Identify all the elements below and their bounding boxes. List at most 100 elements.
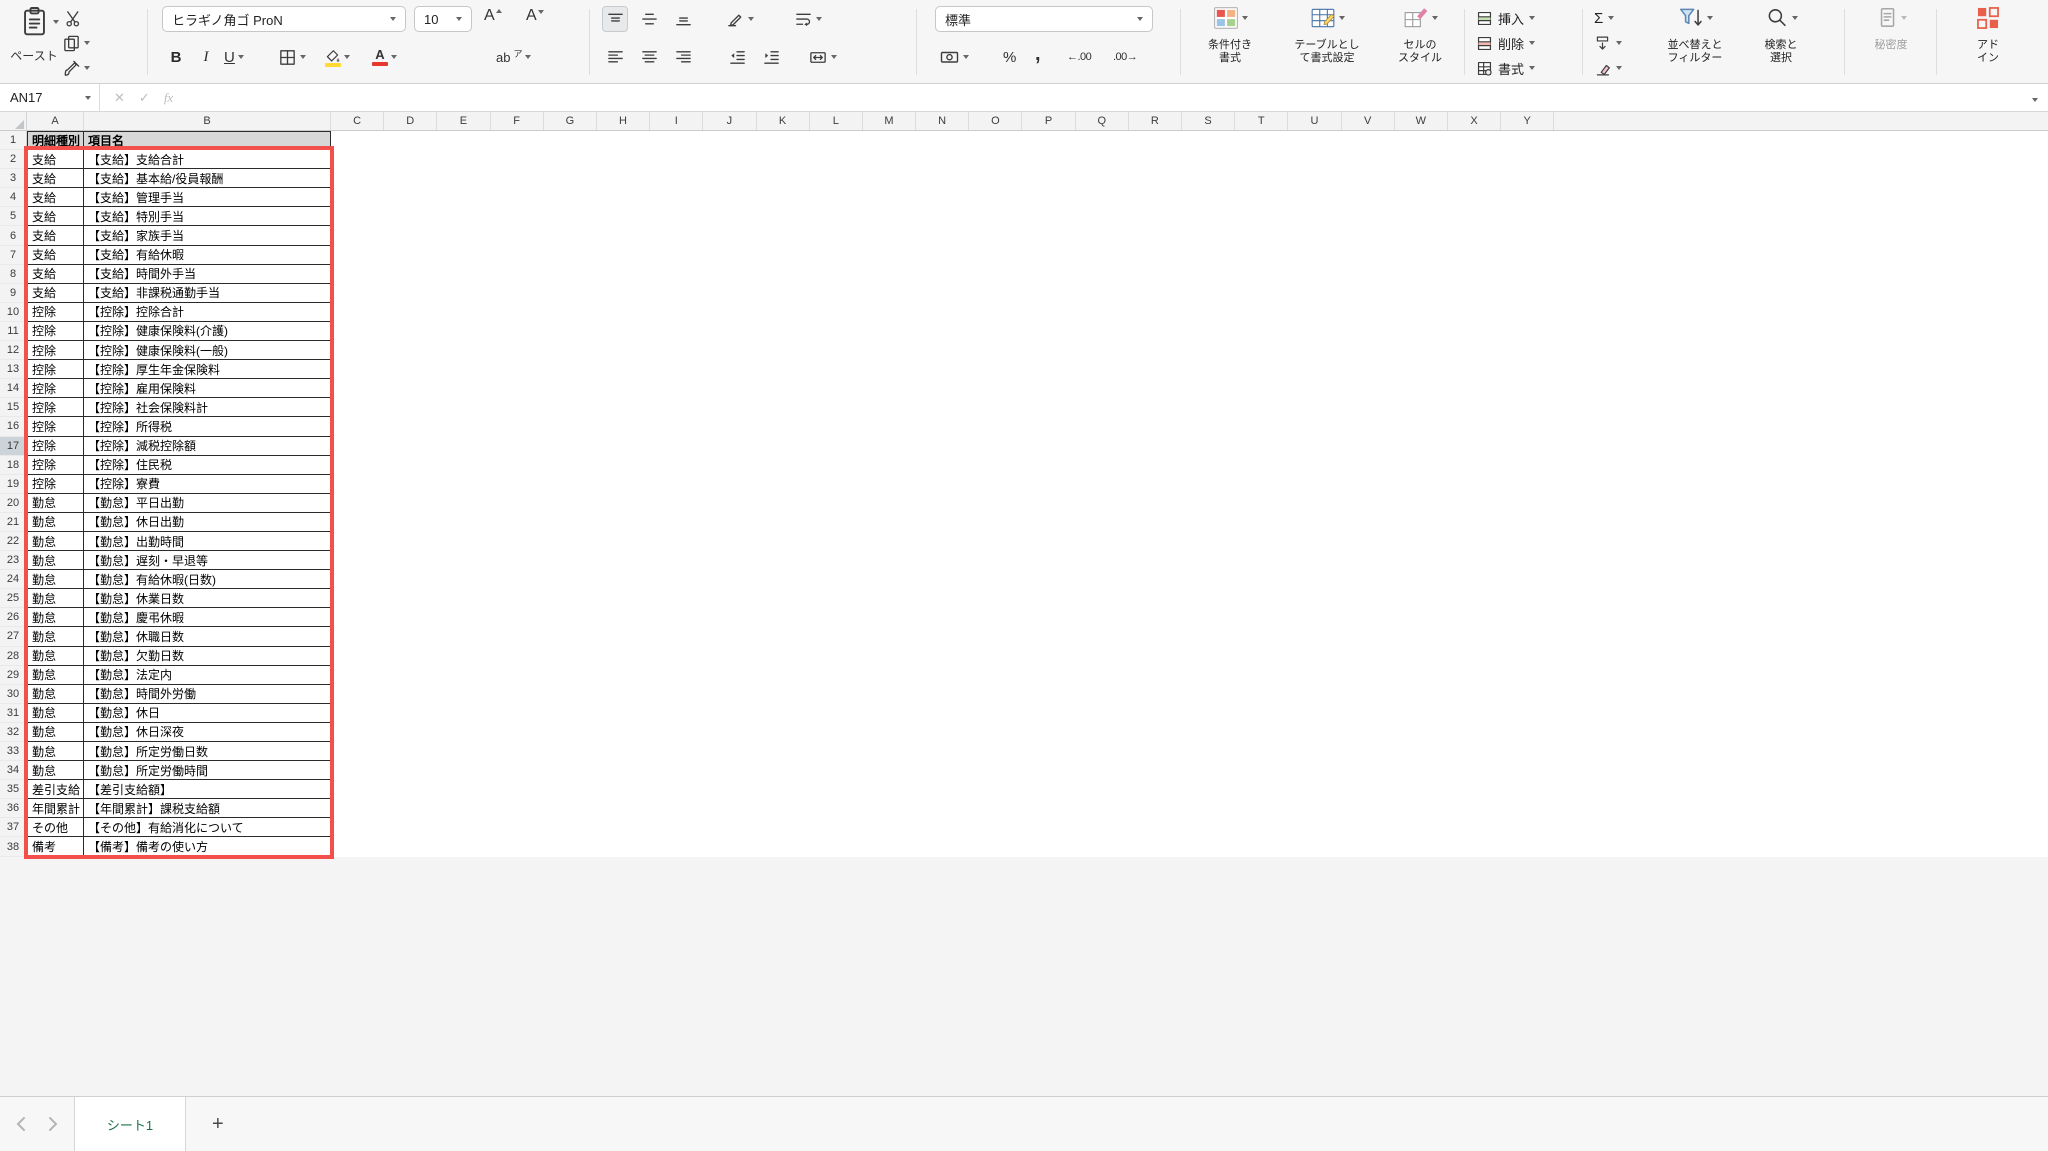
- column-header-W[interactable]: W: [1395, 112, 1448, 130]
- number-format-combo[interactable]: 標準: [935, 6, 1153, 32]
- cell-B35[interactable]: 【差引支給額】: [84, 780, 331, 800]
- clear-button[interactable]: [1594, 57, 1622, 79]
- cell-B13[interactable]: 【控除】厚生年金保険料: [84, 360, 331, 380]
- row-header-27[interactable]: 27: [0, 627, 27, 647]
- cell-B27[interactable]: 【勤怠】休職日数: [84, 627, 331, 647]
- align-center-button[interactable]: [636, 44, 662, 70]
- fill-color-button[interactable]: [324, 44, 350, 70]
- row-header-2[interactable]: 2: [0, 150, 27, 170]
- row-header-16[interactable]: 16: [0, 417, 27, 437]
- column-header-I[interactable]: I: [650, 112, 704, 130]
- paste-button[interactable]: ペースト: [8, 4, 60, 82]
- row-header-26[interactable]: 26: [0, 608, 27, 628]
- row-header-19[interactable]: 19: [0, 474, 27, 494]
- column-header-H[interactable]: H: [597, 112, 651, 130]
- cell-A8[interactable]: 支給: [27, 264, 84, 284]
- column-header-G[interactable]: G: [544, 112, 597, 130]
- cell-B29[interactable]: 【勤怠】法定内: [84, 665, 331, 685]
- name-box[interactable]: AN17: [0, 83, 100, 112]
- cell-B10[interactable]: 【控除】控除合計: [84, 302, 331, 322]
- cell-B14[interactable]: 【控除】雇用保険料: [84, 379, 331, 399]
- cell-B21[interactable]: 【勤怠】休日出勤: [84, 512, 331, 532]
- wrap-text-button[interactable]: [792, 7, 824, 31]
- row-header-37[interactable]: 37: [0, 818, 27, 838]
- cell-A29[interactable]: 勤怠: [27, 665, 84, 685]
- cell-B38[interactable]: 【備考】備考の使い方: [84, 837, 331, 857]
- cell-A31[interactable]: 勤怠: [27, 703, 84, 723]
- column-header-M[interactable]: M: [863, 112, 917, 130]
- autosum-button[interactable]: Σ: [1594, 7, 1615, 29]
- row-header-7[interactable]: 7: [0, 245, 27, 265]
- column-header-J[interactable]: J: [703, 112, 757, 130]
- cell-A3[interactable]: 支給: [27, 169, 84, 189]
- row-header-38[interactable]: 38: [0, 837, 27, 857]
- cell-B9[interactable]: 【支給】非課税通勤手当: [84, 283, 331, 303]
- row-header-6[interactable]: 6: [0, 226, 27, 246]
- formula-input[interactable]: [187, 84, 2022, 111]
- cell-B23[interactable]: 【勤怠】遅刻・早退等: [84, 551, 331, 571]
- row-header-5[interactable]: 5: [0, 207, 27, 227]
- cancel-button[interactable]: ✕: [114, 90, 125, 106]
- cell-B31[interactable]: 【勤怠】休日: [84, 703, 331, 723]
- cell-B37[interactable]: 【その他】有給消化について: [84, 818, 331, 838]
- format-painter-button[interactable]: [60, 56, 92, 80]
- row-header-29[interactable]: 29: [0, 665, 27, 685]
- cell-B7[interactable]: 【支給】有給休暇: [84, 245, 331, 265]
- cell-B6[interactable]: 【支給】家族手当: [84, 226, 331, 246]
- cell-A11[interactable]: 控除: [27, 321, 84, 342]
- percent-style-button[interactable]: %: [1003, 45, 1016, 69]
- column-header-E[interactable]: E: [437, 112, 491, 130]
- font-name-combo[interactable]: ヒラギノ角ゴ ProN: [162, 6, 406, 32]
- cell-A18[interactable]: 控除: [27, 455, 84, 475]
- column-header-Y[interactable]: Y: [1501, 112, 1555, 130]
- cell-A36[interactable]: 年間累計: [27, 799, 84, 819]
- row-header-17[interactable]: 17: [0, 436, 27, 456]
- cell-A20[interactable]: 勤怠: [27, 493, 84, 513]
- cell-A10[interactable]: 控除: [27, 302, 84, 322]
- row-header-8[interactable]: 8: [0, 264, 27, 284]
- cell-B3[interactable]: 【支給】基本給/役員報酬: [84, 169, 331, 189]
- column-header-R[interactable]: R: [1129, 112, 1182, 130]
- column-header-S[interactable]: S: [1182, 112, 1236, 130]
- paste-dropdown-chevron[interactable]: [53, 20, 59, 24]
- cell-B16[interactable]: 【控除】所得税: [84, 417, 331, 437]
- cell-B20[interactable]: 【勤怠】平日出勤: [84, 493, 331, 513]
- align-left-button[interactable]: [602, 44, 628, 70]
- cell-B28[interactable]: 【勤怠】欠勤日数: [84, 646, 331, 666]
- cell-A35[interactable]: 差引支給: [27, 780, 84, 800]
- row-header-31[interactable]: 31: [0, 703, 27, 723]
- row-header-30[interactable]: 30: [0, 684, 27, 704]
- cell-styles-button[interactable]: セルの スタイル: [1380, 2, 1460, 82]
- cell-B22[interactable]: 【勤怠】出勤時間: [84, 531, 331, 552]
- align-middle-button[interactable]: [636, 6, 662, 32]
- cell-A6[interactable]: 支給: [27, 226, 84, 246]
- cell-A38[interactable]: 備考: [27, 837, 84, 857]
- column-header-X[interactable]: X: [1448, 112, 1502, 130]
- column-header-N[interactable]: N: [916, 112, 970, 130]
- font-color-button[interactable]: A: [372, 44, 397, 70]
- cell-B15[interactable]: 【控除】社会保険料計: [84, 398, 331, 418]
- row-header-18[interactable]: 18: [0, 455, 27, 475]
- cell-A13[interactable]: 控除: [27, 360, 84, 380]
- column-header-O[interactable]: O: [969, 112, 1023, 130]
- increase-indent-button[interactable]: [758, 44, 784, 70]
- add-sheet-button[interactable]: +: [186, 1097, 250, 1151]
- row-header-3[interactable]: 3: [0, 169, 27, 189]
- cell-A32[interactable]: 勤怠: [27, 722, 84, 742]
- cell-A22[interactable]: 勤怠: [27, 531, 84, 552]
- row-header-9[interactable]: 9: [0, 283, 27, 303]
- column-header-D[interactable]: D: [384, 112, 438, 130]
- row-header-14[interactable]: 14: [0, 379, 27, 399]
- cell-B36[interactable]: 【年間累計】課税支給額: [84, 799, 331, 819]
- row-header-12[interactable]: 12: [0, 341, 27, 361]
- column-header-V[interactable]: V: [1342, 112, 1395, 130]
- addins-button[interactable]: アド イン: [1942, 2, 2034, 82]
- column-header-B[interactable]: B: [84, 112, 331, 130]
- align-right-button[interactable]: [670, 44, 696, 70]
- merge-center-button[interactable]: [806, 45, 839, 69]
- row-header-15[interactable]: 15: [0, 398, 27, 418]
- cell-B24[interactable]: 【勤怠】有給休暇(日数): [84, 570, 331, 590]
- row-header-21[interactable]: 21: [0, 512, 27, 532]
- cell-A30[interactable]: 勤怠: [27, 684, 84, 704]
- cell-A37[interactable]: その他: [27, 818, 84, 838]
